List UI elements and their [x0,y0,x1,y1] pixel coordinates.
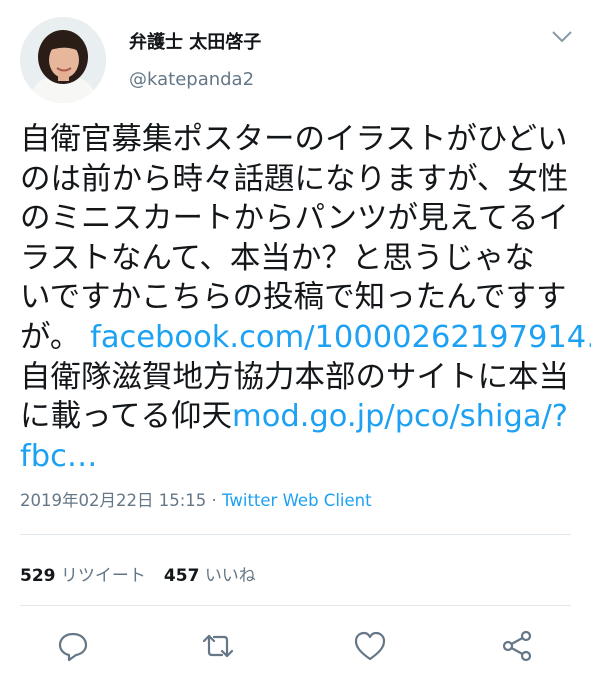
tweet-text-line: のは前から時々話題になりますが、女性 [20,161,569,197]
tweet-text-line: fbc… [20,437,578,477]
retweet-icon[interactable] [200,628,236,664]
tweet-text-line: いですかこちらの投稿で知ったんですす [20,280,567,316]
meta-separator: · [206,491,223,510]
tweet-meta: 2019年02月22日 15:15 · Twitter Web Client [20,487,372,511]
tweet-text-fragment: が。 [20,319,81,355]
like-label: いいね [204,566,256,586]
tweet-text-line: 自衛官募集ポスターのイラストがひどい [20,122,568,157]
divider [20,534,571,535]
share-icon[interactable] [499,628,535,664]
client-link[interactable]: Twitter Web Client [222,491,372,510]
mod-link[interactable]: mod.go.jp/pco/shiga/? [232,399,568,434]
tweet-text-line: 自衛隊滋賀地方協力本部のサイトに本当 [20,359,569,395]
tweet-text-line: に載ってる仰天mod.go.jp/pco/shiga/? [20,397,578,437]
avatar[interactable] [20,17,106,103]
retweet-stat[interactable]: 529 リツイート [20,566,146,586]
mod-link-continued[interactable]: fbc… [20,439,97,474]
reply-icon[interactable] [55,628,91,664]
facebook-link[interactable]: facebook.com/10000262197914… [90,320,591,355]
like-stat[interactable]: 457 いいね [164,566,256,586]
like-count: 457 [163,566,200,586]
tweet-text-fragment: に載ってる仰天 [20,399,232,435]
chevron-down-icon[interactable] [551,29,573,43]
tweet-text-line: ラストなんて、本当か？と思うじゃな [20,240,535,276]
heart-icon[interactable] [352,628,388,664]
tweet-text-line: のミニスカートからパンツが見えてるイ [20,201,569,237]
tweet-stats: 529 リツイート 457 いいね [20,561,256,586]
timestamp[interactable]: 2019年02月22日 15:15 [20,491,206,510]
tweet-text-line: が。 facebook.com/10000262197914… [20,318,591,358]
retweet-label: リツイート [60,566,146,586]
divider [20,605,571,606]
user-handle[interactable]: @katepanda2 [129,69,254,90]
display-name[interactable]: 弁護士 太田啓子 [129,28,261,54]
tweet-text: 自衛官募集ポスターのイラストがひどい のは前から時々話題になりますが、女性 のミ… [20,120,591,477]
retweet-count: 529 [20,566,56,586]
